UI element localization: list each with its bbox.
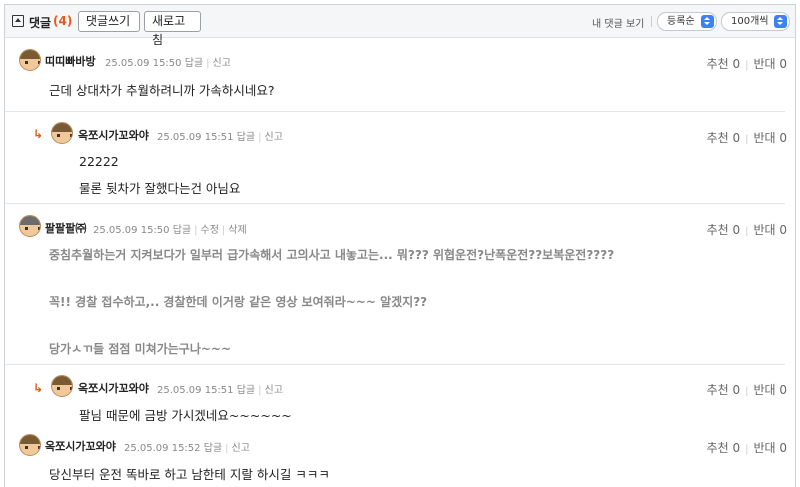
downvote-button[interactable]: 반대 0: [753, 383, 787, 397]
upvote-button[interactable]: 추천 0: [707, 441, 741, 455]
comment-item: 옥쪼시가꼬와야 25.05.09 15:52 답글 | 신고 추천 0 | 반대 0 당…: [5, 429, 795, 487]
comment-author[interactable]: 옥쪼시가꼬와야: [45, 438, 116, 454]
reply-link[interactable]: 답글: [237, 385, 255, 396]
comment-item: ↳ 옥쪼시가꼬와야 25.05.09 15:51 답글 | 신고 추천 0 | 반대 0…: [5, 371, 795, 427]
comment-date: 25.05.09 15:51: [157, 385, 234, 396]
reply-link[interactable]: 답글: [173, 225, 191, 236]
reply-arrow-icon: ↳: [33, 127, 44, 141]
comment-author[interactable]: 옥쪼시가꼬와야: [78, 127, 149, 143]
comment-date: 25.05.09 15:51: [157, 132, 234, 143]
upvote-button[interactable]: 추천 0: [707, 57, 741, 71]
upvote-button[interactable]: 추천 0: [707, 131, 741, 145]
divider: [651, 16, 652, 27]
comment-meta: 25.05.09 15:51 답글 | 신고: [157, 385, 283, 396]
vote-box: 추천 0 | 반대 0: [706, 441, 787, 455]
edit-link[interactable]: 수정: [201, 225, 219, 236]
report-link[interactable]: 신고: [213, 58, 231, 69]
comment-meta: 25.05.09 15:52 답글 | 신고: [124, 443, 250, 454]
comment-author[interactable]: 띠띠빠바방: [45, 53, 96, 69]
avatar: [51, 122, 73, 144]
reply-link[interactable]: 답글: [185, 58, 203, 69]
reply-arrow-icon: ↳: [33, 381, 44, 395]
comment-text: 중침추월하는거 지켜보다가 일부러 급가속해서 고의사고 내놓고는... 뭐??…: [49, 248, 615, 262]
sort-order-value: 등록순: [667, 16, 695, 27]
vote-box: 추천 0 | 반대 0: [706, 57, 787, 71]
comment-item: 팔팔팔㈜ 25.05.09 15:50 답글 | 수정 | 삭제 추천 0 | 반대 0 중…: [5, 209, 795, 364]
page-size-value: 100개씩: [731, 16, 769, 27]
chevron-updown-icon: [701, 15, 714, 28]
comment-count: (4): [53, 14, 73, 28]
avatar: [19, 49, 41, 71]
comment-title: 댓글: [29, 16, 52, 30]
downvote-button[interactable]: 반대 0: [753, 223, 787, 237]
comment-divider: [5, 111, 785, 112]
comment-divider: [5, 203, 785, 204]
avatar: [19, 215, 41, 237]
comment-item: ↳ 옥쪼시가꼬와야 25.05.09 15:51 답글 | 신고 추천 0 | 반대 0…: [5, 117, 795, 202]
comment-text: 물론 뒷차가 잘했다는건 아님요: [79, 181, 241, 196]
comment-date: 25.05.09 15:52: [124, 443, 201, 454]
refresh-button[interactable]: 새로고침: [144, 11, 201, 47]
reply-link[interactable]: 답글: [204, 443, 222, 454]
comment-text: 당가ㅅㄲ들 점점 미쳐가는구나~~~: [49, 342, 232, 356]
page-size-select[interactable]: 100개씩: [721, 12, 790, 31]
comment-author[interactable]: 팔팔팔㈜: [45, 220, 86, 236]
comment-text: 22222: [79, 154, 119, 169]
comment-meta: 25.05.09 15:51 답글 | 신고: [157, 132, 283, 143]
upvote-button[interactable]: 추천 0: [707, 223, 741, 237]
comment-item: 띠띠빠바방 25.05.09 15:50 답글 | 신고 추천 0 | 반대 0 근데 …: [5, 43, 795, 111]
collapse-icon[interactable]: [12, 15, 24, 27]
comment-divider: [5, 364, 785, 365]
comment-text: 근데 상대차가 추월하려니까 가속하시네요?: [49, 83, 275, 98]
sort-order-select[interactable]: 등록순: [657, 12, 717, 31]
vote-box: 추천 0 | 반대 0: [706, 383, 787, 397]
vote-box: 추천 0 | 반대 0: [706, 131, 787, 145]
comment-text: 꼭!! 경찰 접수하고,.. 경찰한데 이거랑 같은 영상 보여줘라~~~ 알겠…: [49, 295, 428, 309]
avatar: [51, 375, 73, 397]
comment-panel: 댓글 (4) 댓글쓰기 새로고침 내 댓글 보기 등록순 100개씩 띠띠빠바방…: [4, 4, 796, 487]
comment-header: 댓글 (4) 댓글쓰기 새로고침 내 댓글 보기 등록순 100개씩: [5, 5, 795, 47]
my-comments-link[interactable]: 내 댓글 보기: [592, 15, 644, 30]
comment-text: 팔님 때문에 금방 가시겠네요~~~~~~: [79, 408, 292, 423]
comment-date: 25.05.09 15:50: [105, 58, 182, 69]
downvote-button[interactable]: 반대 0: [753, 131, 787, 145]
report-link[interactable]: 신고: [265, 385, 283, 396]
downvote-button[interactable]: 반대 0: [753, 57, 787, 71]
comment-author[interactable]: 옥쪼시가꼬와야: [78, 380, 149, 396]
vote-box: 추천 0 | 반대 0: [706, 223, 787, 237]
downvote-button[interactable]: 반대 0: [753, 441, 787, 455]
report-link[interactable]: 신고: [265, 132, 283, 143]
comment-meta: 25.05.09 15:50 답글 | 신고: [105, 58, 231, 69]
avatar: [19, 434, 41, 456]
upvote-button[interactable]: 추천 0: [707, 383, 741, 397]
chevron-updown-icon: [774, 15, 787, 28]
reply-link[interactable]: 답글: [237, 132, 255, 143]
delete-link[interactable]: 삭제: [228, 225, 246, 236]
comment-meta: 25.05.09 15:50 답글 | 수정 | 삭제: [93, 225, 247, 236]
report-link[interactable]: 신고: [232, 443, 250, 454]
write-comment-button[interactable]: 댓글쓰기: [78, 11, 140, 32]
comment-date: 25.05.09 15:50: [93, 225, 170, 236]
comment-text: 당신부터 운전 똑바로 하고 남한테 지랄 하시길 ㅋㅋㅋ: [49, 467, 330, 482]
